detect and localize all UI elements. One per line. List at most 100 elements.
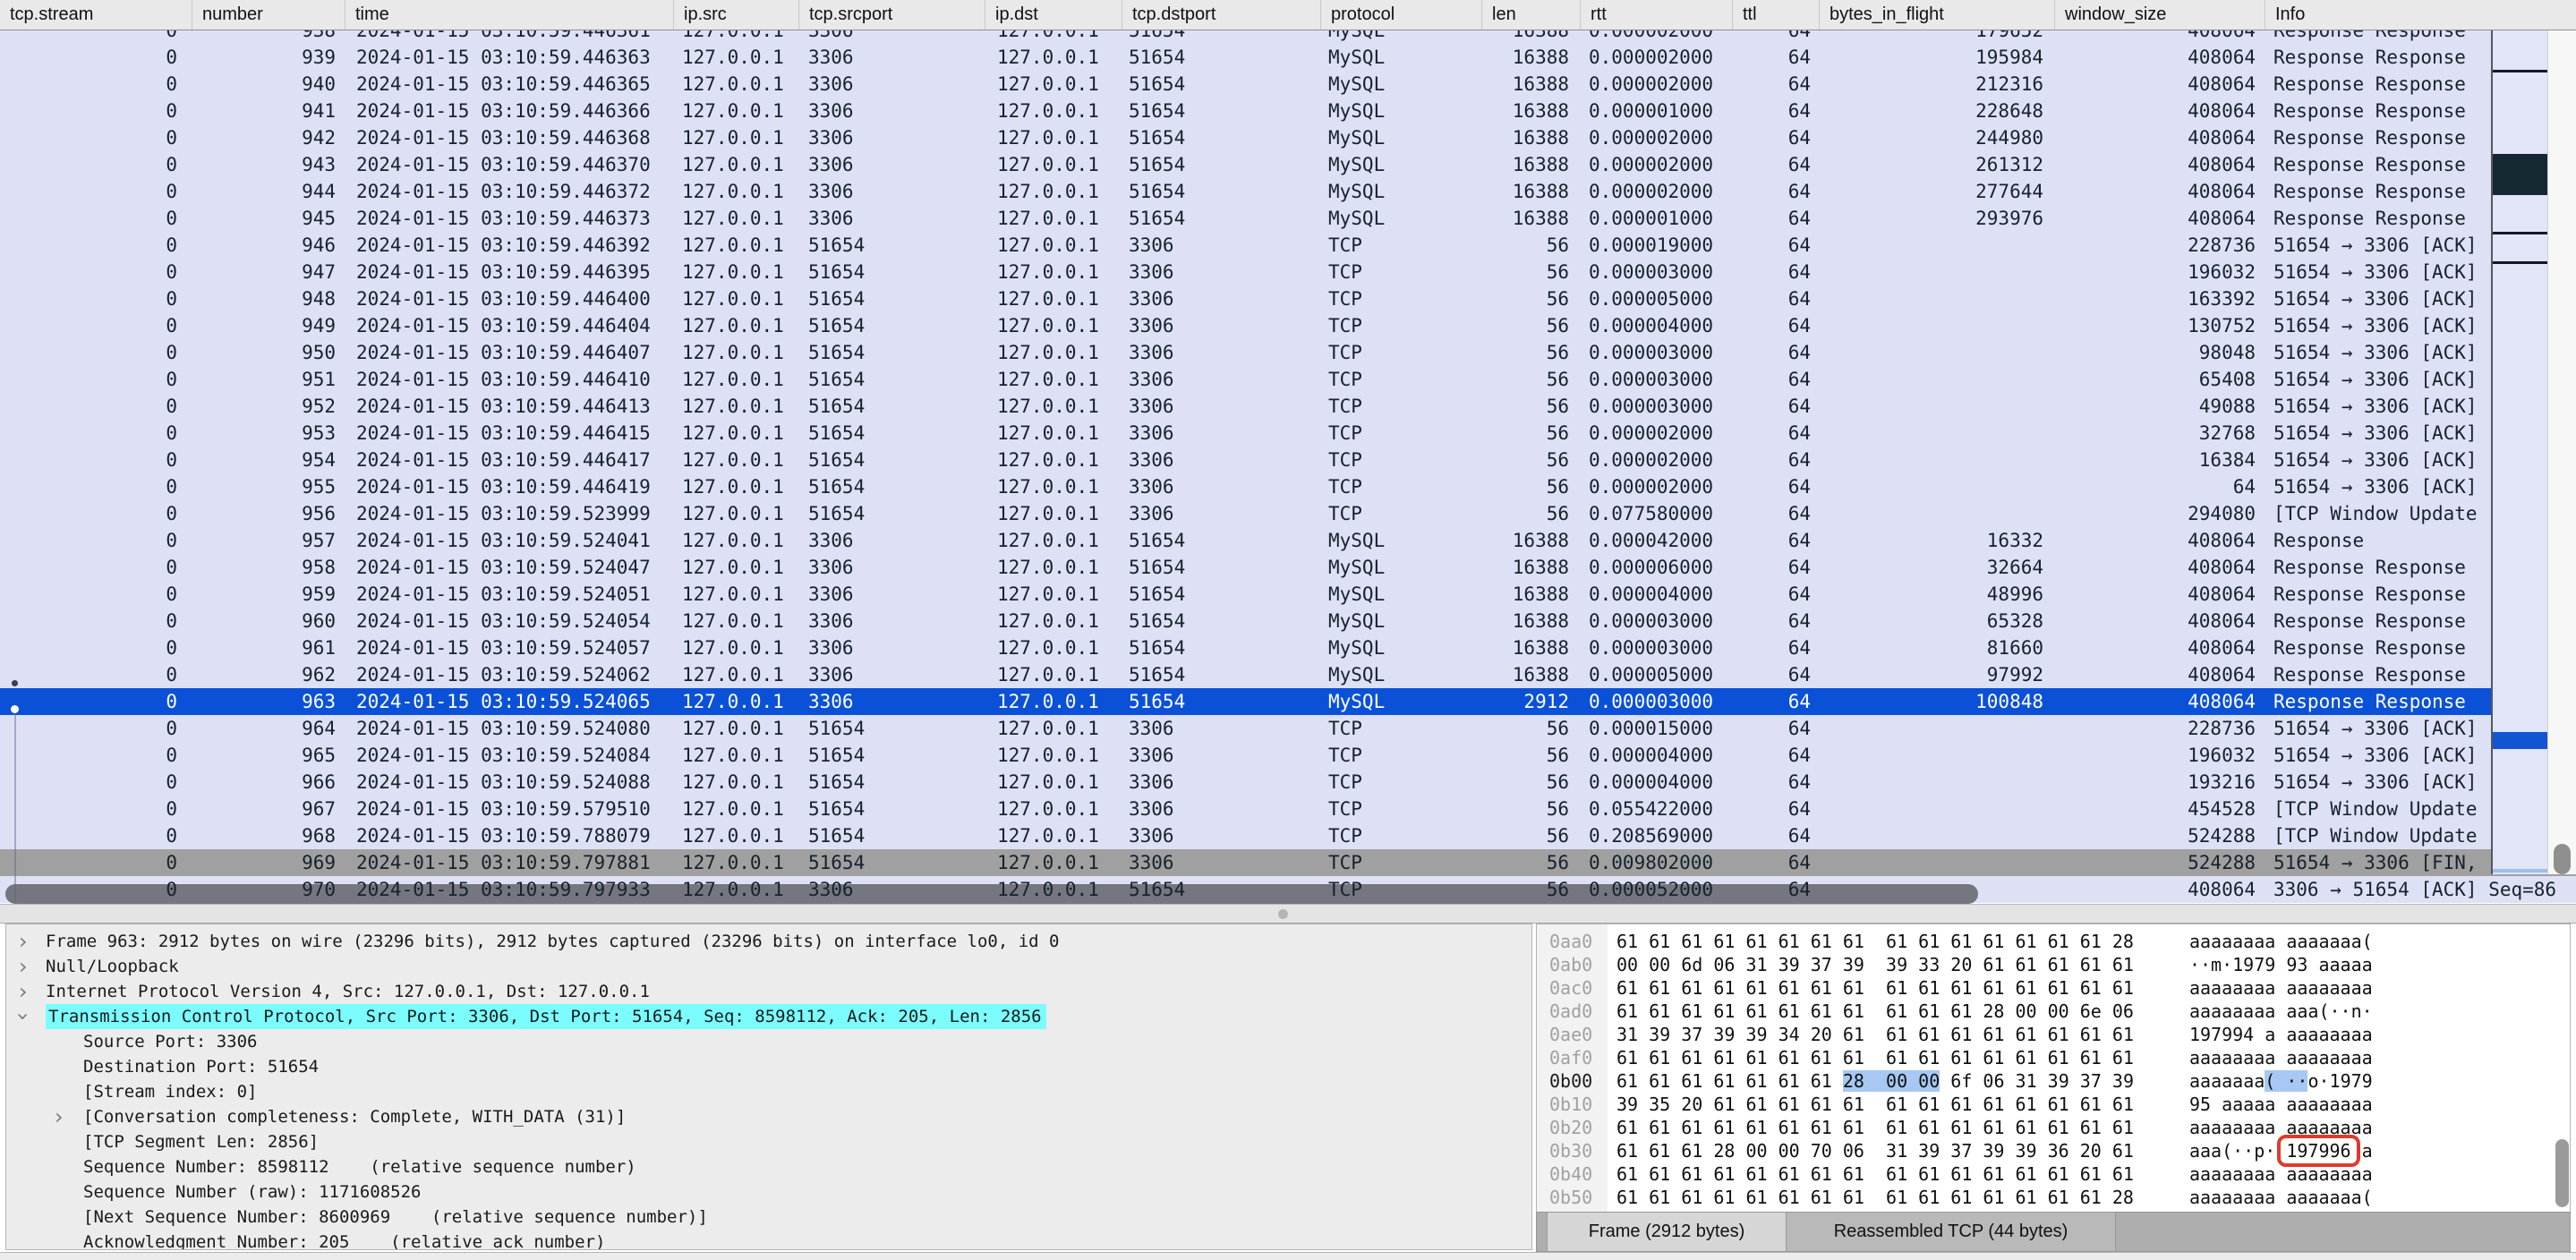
packet-row[interactable]: 09632024-01-15 03:10:59.524065127.0.0.13… [0,688,2576,715]
packet-row[interactable]: 09472024-01-15 03:10:59.446395127.0.0.15… [0,259,2576,285]
hex-row[interactable]: 0af061 61 61 61 61 61 61 61 61 61 61 61 … [1537,1046,2570,1069]
cell-win: 228736 [2054,715,2265,742]
detail-tree-item[interactable]: Sequence Number (raw): 1171608526 [6,1179,1531,1205]
packet-row[interactable]: 09662024-01-15 03:10:59.524088127.0.0.15… [0,769,2576,796]
chevron-collapsed-icon[interactable]: › [19,929,28,954]
packet-row[interactable]: 09552024-01-15 03:10:59.446419127.0.0.15… [0,473,2576,500]
packet-row[interactable]: 09672024-01-15 03:10:59.579510127.0.0.15… [0,796,2576,822]
hex-row[interactable]: 0aa061 61 61 61 61 61 61 61 61 61 61 61 … [1537,930,2570,953]
vertical-scrollbar-thumb[interactable] [2554,844,2571,874]
column-header-win[interactable]: window_size [2054,0,2265,30]
detail-tree-item[interactable]: ›Frame 963: 2912 bytes on wire (23296 bi… [6,929,1531,954]
packet-row[interactable]: 09592024-01-15 03:10:59.524051127.0.0.13… [0,581,2576,608]
column-header-src[interactable]: ip.src [673,0,798,30]
detail-tree-item[interactable]: [TCP Segment Len: 2856] [6,1129,1531,1154]
hex-row[interactable]: 0b3061 61 61 28 00 00 70 06 31 39 37 39 … [1537,1139,2570,1162]
packet-row[interactable]: 09522024-01-15 03:10:59.446413127.0.0.15… [0,393,2576,420]
column-header-len[interactable]: len [1481,0,1580,30]
packet-row[interactable]: 09532024-01-15 03:10:59.446415127.0.0.15… [0,420,2576,447]
cell-dport: 3306 [1122,849,1320,876]
column-header-stream[interactable]: tcp.stream [0,0,192,30]
hex-row[interactable]: 0ad061 61 61 61 61 61 61 61 61 61 61 28 … [1537,1000,2570,1023]
cell-stream: 0 [0,661,192,688]
packet-row[interactable]: 09702024-01-15 03:10:59.797933127.0.0.13… [0,876,2576,903]
hex-row[interactable]: 0b5061 61 61 61 61 61 61 61 61 61 61 61 … [1537,1186,2570,1209]
detail-tree-item[interactable]: Destination Port: 51654 [6,1054,1531,1079]
intelligent-scrollbar-map[interactable] [2491,30,2547,874]
cell-time: 2024-01-15 03:10:59.446372 [345,178,673,205]
column-header-dst[interactable]: ip.dst [985,0,1122,30]
packet-row[interactable]: 09582024-01-15 03:10:59.524047127.0.0.13… [0,554,2576,581]
column-header-dport[interactable]: tcp.dstport [1122,0,1320,30]
cell-time: 2024-01-15 03:10:59.446417 [345,447,673,473]
packet-row[interactable]: 09482024-01-15 03:10:59.446400127.0.0.15… [0,285,2576,312]
cell-rtt: 0.000001000 [1580,205,1732,232]
packet-row[interactable]: 09602024-01-15 03:10:59.524054127.0.0.13… [0,608,2576,634]
detail-selected-highlight: Transmission Control Protocol, Src Port:… [46,1004,1046,1029]
hex-row[interactable]: 0ac061 61 61 61 61 61 61 61 61 61 61 61 … [1537,976,2570,1000]
cell-ttl: 64 [1732,661,1819,688]
detail-tree-item[interactable]: › Transmission Control Protocol, Src Port… [6,1004,1531,1029]
column-header-time[interactable]: time [345,0,673,30]
packet-row[interactable]: 09572024-01-15 03:10:59.524041127.0.0.13… [0,527,2576,554]
hex-row[interactable]: 0ae031 39 37 39 39 34 20 61 61 61 61 61 … [1537,1023,2570,1046]
detail-tree-item[interactable]: Sequence Number: 8598112 (relative seque… [6,1154,1531,1179]
detail-tree-item[interactable]: [Next Sequence Number: 8600969 (relative… [6,1205,1531,1230]
packet-row[interactable]: 09452024-01-15 03:10:59.446373127.0.0.13… [0,205,2576,232]
cell-stream: 0 [0,796,192,822]
packet-row[interactable]: 09512024-01-15 03:10:59.446410127.0.0.15… [0,366,2576,393]
cell-dst: 127.0.0.1 [985,420,1122,447]
hex-row[interactable]: 0b0061 61 61 61 61 61 61 28 00 00 6f 06 … [1537,1069,2570,1093]
chevron-expanded-icon[interactable]: › [11,1012,36,1021]
packet-row[interactable]: 09412024-01-15 03:10:59.446366127.0.0.13… [0,98,2576,124]
packet-row[interactable]: 09652024-01-15 03:10:59.524084127.0.0.15… [0,742,2576,769]
packet-row[interactable]: 09612024-01-15 03:10:59.524057127.0.0.13… [0,634,2576,661]
packet-row[interactable]: 09692024-01-15 03:10:59.797881127.0.0.15… [0,849,2576,876]
packet-row[interactable]: 09422024-01-15 03:10:59.446368127.0.0.13… [0,124,2576,151]
column-header-proto[interactable]: protocol [1320,0,1481,30]
packet-row[interactable]: 09562024-01-15 03:10:59.523999127.0.0.15… [0,500,2576,527]
column-header-rtt[interactable]: rtt [1580,0,1732,30]
hex-row[interactable]: 0ab000 00 6d 06 31 39 37 39 39 33 20 61 … [1537,953,2570,976]
hex-row[interactable]: 0b4061 61 61 61 61 61 61 61 61 61 61 61 … [1537,1162,2570,1186]
detail-tree-item[interactable]: Acknowledgment Number: 205 (relative ack… [6,1230,1531,1250]
packet-row[interactable]: 09432024-01-15 03:10:59.446370127.0.0.13… [0,151,2576,178]
hex-scrollbar-thumb[interactable] [2555,1139,2569,1207]
packet-row[interactable]: 09502024-01-15 03:10:59.446407127.0.0.15… [0,339,2576,366]
detail-tree-item[interactable]: Source Port: 3306 [6,1029,1531,1054]
column-header-no[interactable]: number [192,0,345,30]
packet-row[interactable]: 09682024-01-15 03:10:59.788079127.0.0.15… [0,822,2576,849]
cell-win: 408064 [2054,44,2265,71]
packet-row[interactable]: 09442024-01-15 03:10:59.446372127.0.0.13… [0,178,2576,205]
cell-win: 64 [2054,473,2265,500]
pane-splitter[interactable] [0,904,2576,924]
packet-row[interactable]: 09392024-01-15 03:10:59.446363127.0.0.13… [0,44,2576,71]
packet-row[interactable]: 09402024-01-15 03:10:59.446365127.0.0.13… [0,71,2576,98]
column-header-info[interactable]: Info [2265,0,2576,30]
cell-stream: 0 [0,581,192,608]
cell-ttl: 64 [1732,581,1819,608]
packet-row[interactable]: 09622024-01-15 03:10:59.524062127.0.0.13… [0,661,2576,688]
detail-tree-item[interactable]: [Stream index: 0] [6,1079,1531,1104]
vertical-scrollbar-track[interactable] [2547,30,2576,874]
column-header-bif[interactable]: bytes_in_flight [1819,0,2054,30]
packet-row[interactable]: 09642024-01-15 03:10:59.524080127.0.0.15… [0,715,2576,742]
tab-reassembled-tcp[interactable]: Reassembled TCP (44 bytes) [1787,1213,2116,1251]
chevron-collapsed-icon[interactable]: › [19,979,28,1004]
hex-row[interactable]: 0b1039 35 20 61 61 61 61 61 61 61 61 61 … [1537,1093,2570,1116]
chevron-collapsed-icon[interactable]: › [55,1104,64,1129]
cell-proto: TCP [1320,500,1481,527]
packet-row[interactable]: 09462024-01-15 03:10:59.446392127.0.0.15… [0,232,2576,259]
tab-frame-bytes[interactable]: Frame (2912 bytes) [1547,1213,1787,1251]
hex-row[interactable]: 0b2061 61 61 61 61 61 61 61 61 61 61 61 … [1537,1116,2570,1139]
packet-list: 09382024-01-15 03:10:59.446361127.0.0.13… [0,0,2576,904]
packet-row[interactable]: 09492024-01-15 03:10:59.446404127.0.0.15… [0,312,2576,339]
packet-row[interactable]: 09542024-01-15 03:10:59.446417127.0.0.15… [0,447,2576,473]
detail-tree-item[interactable]: ›Internet Protocol Version 4, Src: 127.0… [6,979,1531,1004]
chevron-collapsed-icon[interactable]: › [19,954,28,979]
cell-rtt: 0.000002000 [1580,124,1732,151]
detail-tree-item[interactable]: ›[Conversation completeness: Complete, W… [6,1104,1531,1129]
column-header-ttl[interactable]: ttl [1732,0,1819,30]
detail-tree-item[interactable]: ›Null/Loopback [6,954,1531,979]
column-header-sport[interactable]: tcp.srcport [798,0,985,30]
